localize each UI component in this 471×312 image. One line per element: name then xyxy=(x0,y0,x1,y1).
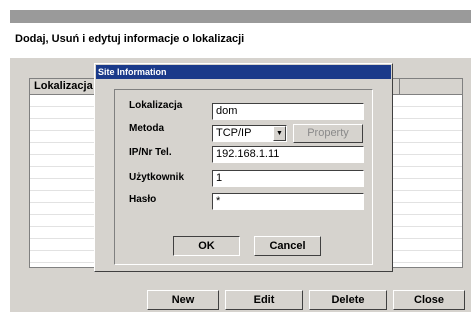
password-label: Hasło xyxy=(129,194,157,205)
chevron-down-icon[interactable]: ▼ xyxy=(273,126,286,141)
page-title: Dodaj, Usuń i edytuj informacje o lokali… xyxy=(15,33,245,45)
ok-button[interactable]: OK xyxy=(173,236,240,256)
close-button[interactable]: Close xyxy=(393,290,465,310)
delete-button[interactable]: Delete xyxy=(309,290,387,310)
method-label: Metoda xyxy=(129,123,164,134)
location-field[interactable]: dom xyxy=(212,103,364,120)
window-top-bar xyxy=(10,10,471,23)
user-label: Użytkownik xyxy=(129,172,185,183)
edit-button[interactable]: Edit xyxy=(225,290,303,310)
ip-label: IP/Nr Tel. xyxy=(129,147,172,158)
method-value: TCP/IP xyxy=(216,127,252,139)
ip-field[interactable]: 192.168.1.11 xyxy=(212,146,364,163)
method-select[interactable]: TCP/IP ▼ xyxy=(212,125,287,142)
user-field[interactable]: 1 xyxy=(212,170,364,187)
site-information-dialog: Site Information Lokalizacja dom Metoda … xyxy=(94,63,393,272)
cancel-button[interactable]: Cancel xyxy=(254,236,321,256)
password-field[interactable]: * xyxy=(212,193,364,210)
dialog-title[interactable]: Site Information xyxy=(96,65,391,79)
new-button[interactable]: New xyxy=(147,290,219,310)
location-label: Lokalizacja xyxy=(129,100,183,111)
property-button[interactable]: Property xyxy=(293,124,363,143)
